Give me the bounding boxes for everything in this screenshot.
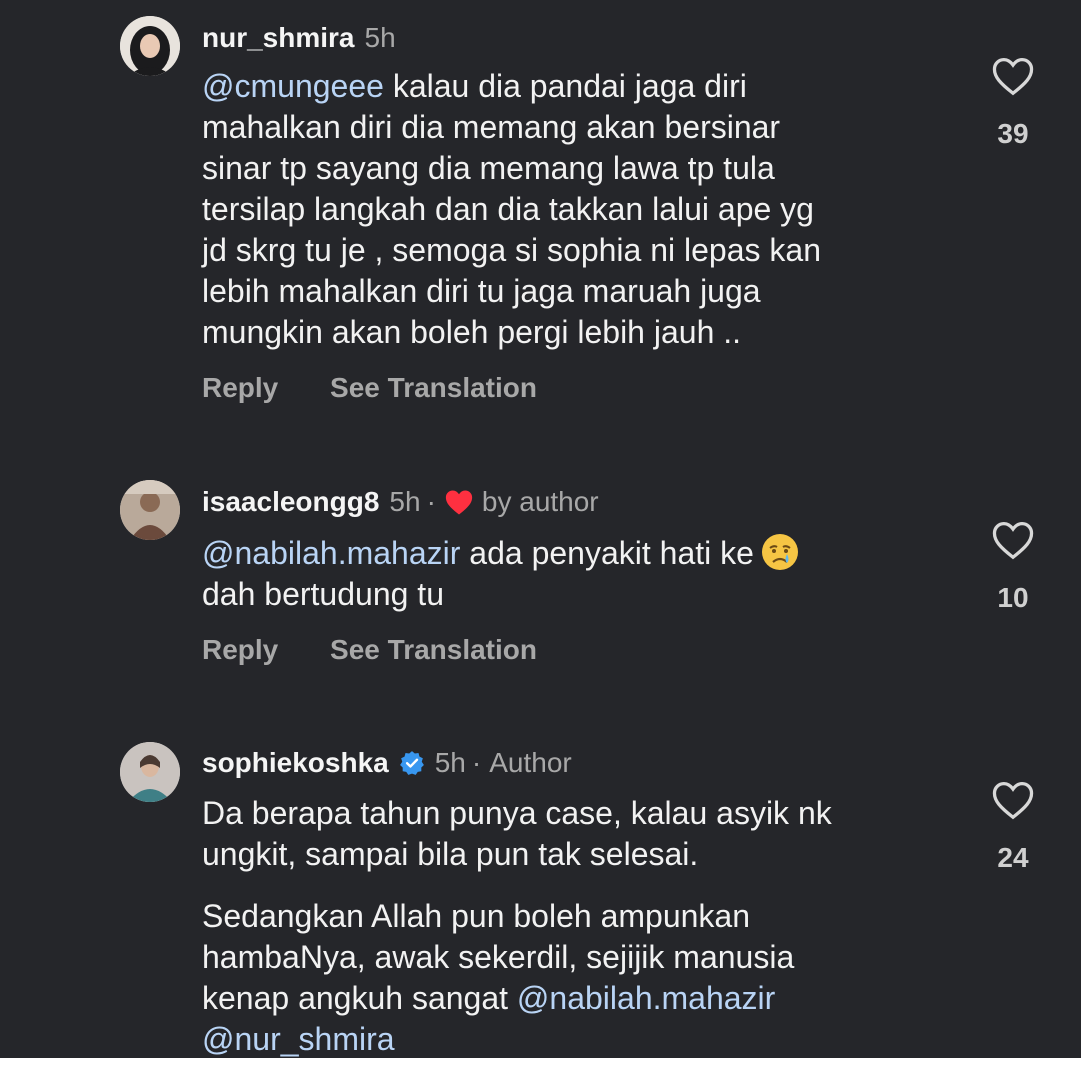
liked-by-author-label: by author xyxy=(481,486,599,517)
like-control: 39 xyxy=(990,56,1036,150)
verified-badge-icon xyxy=(399,751,424,775)
comment-text: Sedangkan Allah pun boleh ampunkan xyxy=(202,898,750,934)
comment-text: hambaNya, awak sekerdil, sejijik manusia xyxy=(202,939,795,975)
timestamp: 5h xyxy=(389,486,421,517)
separator: · xyxy=(471,747,482,778)
comments-panel: nur_shmira 5h @cmungeee kalau dia pandai… xyxy=(0,0,1081,1058)
avatar[interactable] xyxy=(120,16,180,76)
mention-link[interactable]: @cmungeee xyxy=(202,68,384,104)
comment-text: kalau dia pandai jaga diri xyxy=(383,68,747,104)
comment-text: dah bertudung tu xyxy=(202,576,444,612)
timestamp: 5h xyxy=(434,747,466,778)
comment-actions: Reply See Translation xyxy=(202,634,537,666)
red-heart-icon xyxy=(445,490,473,515)
timestamp: 5h xyxy=(364,22,396,53)
comment-body: @cmungeee kalau dia pandai jaga diri mah… xyxy=(202,66,932,353)
like-count: 39 xyxy=(997,118,1029,149)
like-control: 10 xyxy=(990,520,1036,614)
comment-text: kenap angkuh sangat xyxy=(202,980,517,1016)
comment-text: ada penyakit hati ke xyxy=(460,535,754,571)
see-translation-button[interactable]: See Translation xyxy=(330,634,537,665)
comment-text: sinar tp sayang dia memang lawa tp tula xyxy=(202,150,775,186)
comment-text: tersilap langkah dan dia takkan lalui ap… xyxy=(202,191,814,227)
comment-meta: isaacleongg8 5h · by author xyxy=(202,484,599,520)
see-translation-button[interactable]: See Translation xyxy=(330,372,537,403)
like-count: 24 xyxy=(997,842,1029,873)
comment-body: @nabilah.mahazir ada penyakit hati ke da… xyxy=(202,532,932,615)
comment-meta: nur_shmira 5h xyxy=(202,20,396,56)
mention-link[interactable]: @nabilah.mahazir xyxy=(517,980,775,1016)
separator: · xyxy=(426,486,436,517)
username[interactable]: nur_shmira xyxy=(202,20,355,56)
comment-body: Da berapa tahun punya case, kalau asyik … xyxy=(202,793,932,1058)
comment-text: jd skrg tu je , semoga si sophia ni lepa… xyxy=(202,232,821,268)
heart-outline-icon[interactable] xyxy=(991,520,1035,560)
comment-actions: Reply See Translation xyxy=(202,372,537,404)
comment-text: ungkit, sampai bila pun tak selesai. xyxy=(202,836,699,872)
bottom-edge xyxy=(0,1058,1081,1078)
reply-button[interactable]: Reply xyxy=(202,372,278,403)
avatar[interactable] xyxy=(120,480,180,540)
heart-outline-icon[interactable] xyxy=(991,56,1035,96)
comment-text: mungkin akan boleh pergi lebih jauh .. xyxy=(202,314,742,350)
mention-link[interactable]: @nur_shmira xyxy=(202,1021,395,1057)
crying-face-emoji-icon xyxy=(761,534,798,570)
reply-button[interactable]: Reply xyxy=(202,634,278,665)
username[interactable]: sophiekoshka xyxy=(202,745,389,781)
comment-text: lebih mahalkan diri tu jaga maruah juga xyxy=(202,273,761,309)
avatar[interactable] xyxy=(120,742,180,802)
heart-outline-icon[interactable] xyxy=(991,780,1035,820)
like-count: 10 xyxy=(997,582,1029,613)
author-label: Author xyxy=(489,747,572,778)
comment-text: mahalkan diri dia memang akan bersinar xyxy=(202,109,781,145)
comment-meta: sophiekoshka 5h · Author xyxy=(202,745,572,781)
like-control: 24 xyxy=(990,780,1036,874)
comment-text: Da berapa tahun punya case, kalau asyik … xyxy=(202,795,832,831)
mention-link[interactable]: @nabilah.mahazir xyxy=(202,535,460,571)
username[interactable]: isaacleongg8 xyxy=(202,484,379,520)
